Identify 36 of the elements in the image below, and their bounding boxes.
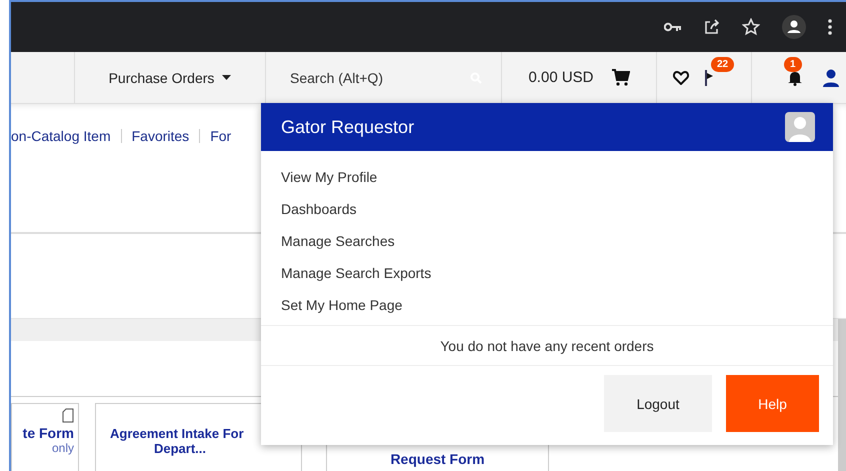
user-name: Gator Requestor [281, 116, 414, 138]
menu-item[interactable]: Set My Home Page [261, 289, 833, 321]
recent-orders-message: You do not have any recent orders [261, 325, 833, 366]
bell-icon[interactable] [788, 70, 802, 86]
nav-link[interactable]: Favorites [132, 128, 190, 144]
menu-item[interactable]: View My Profile [261, 161, 833, 193]
card-title: Agreement Intake For [110, 426, 244, 441]
star-icon[interactable] [742, 18, 760, 36]
profile-icon[interactable] [782, 15, 806, 39]
card-title: Request Form [390, 451, 485, 467]
flag-icon[interactable] [705, 70, 713, 86]
menu-item[interactable]: Manage Search Exports [261, 257, 833, 289]
notification-badge: 1 [784, 56, 802, 72]
caret-icon [222, 75, 232, 80]
cart-icon[interactable] [612, 68, 630, 86]
card-subtitle: Depart... [154, 441, 206, 456]
share-icon[interactable] [704, 19, 720, 35]
document-icon [62, 408, 74, 423]
search-field[interactable]: Search (Alt+Q) [290, 70, 430, 86]
heart-icon[interactable] [673, 70, 689, 84]
nav-link[interactable]: on-Catalog Item [11, 128, 111, 144]
more-icon[interactable] [828, 19, 832, 35]
form-card[interactable]: te Form only [11, 403, 79, 471]
logout-button[interactable]: Logout [604, 375, 712, 432]
menu-item[interactable]: Manage Searches [261, 225, 833, 257]
key-icon[interactable] [664, 22, 682, 32]
scrollbar[interactable] [838, 319, 846, 471]
card-subtitle: only [52, 441, 74, 455]
notification-badge: 22 [711, 56, 734, 72]
user-icon[interactable] [822, 68, 840, 86]
card-title: te Form [22, 425, 74, 441]
nav-link[interactable]: For [210, 128, 232, 144]
avatar-icon [785, 112, 815, 142]
menu-item[interactable]: Dashboards [261, 193, 833, 225]
purchase-orders-menu[interactable]: Purchase Orders [108, 70, 214, 86]
cart-total[interactable]: 0.00 USD [528, 69, 594, 86]
